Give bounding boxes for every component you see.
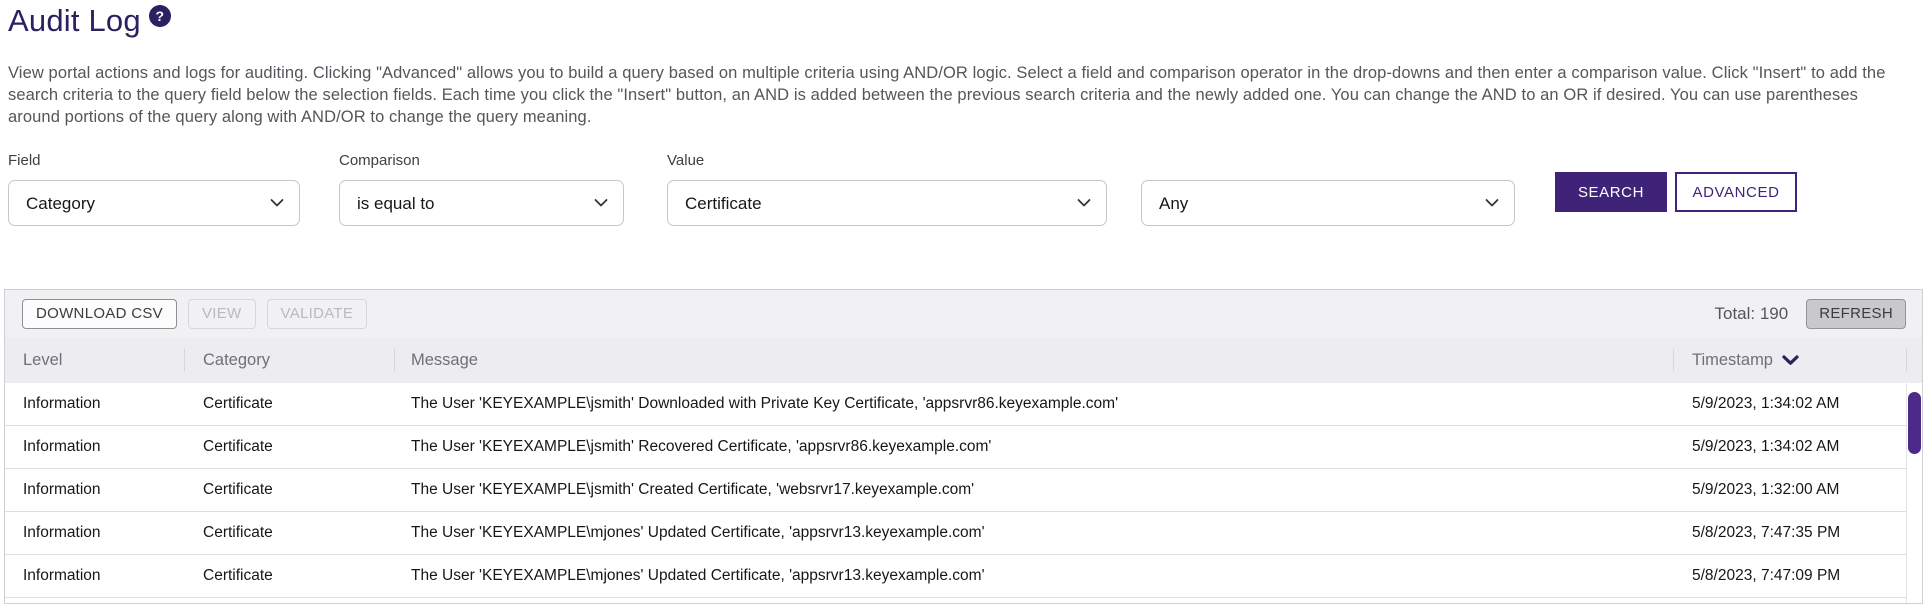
- cell-message: The User 'KEYEXAMPLE\jsmith' Downloaded …: [394, 395, 1673, 413]
- total-count: Total: 190: [1714, 304, 1788, 324]
- value-group: Value Certificate: [667, 152, 1107, 226]
- vertical-scrollbar-thumb[interactable]: [1908, 392, 1921, 454]
- column-header-label: Category: [203, 351, 270, 370]
- value-select-wrap: Certificate: [667, 180, 1107, 226]
- table-row[interactable]: Information Certificate The User 'KEYEXA…: [5, 426, 1906, 469]
- column-separator: [394, 349, 395, 371]
- advanced-button[interactable]: ADVANCED: [1675, 172, 1797, 212]
- comparison-group: Comparison is equal to: [339, 152, 624, 226]
- column-separator: [1906, 349, 1907, 371]
- view-button[interactable]: VIEW: [188, 299, 256, 329]
- sort-desc-icon: [1782, 355, 1799, 366]
- cell-timestamp: 5/9/2023, 1:34:02 AM: [1673, 395, 1906, 413]
- any-select[interactable]: Any: [1141, 180, 1515, 226]
- page-description: View portal actions and logs for auditin…: [8, 62, 1909, 128]
- column-header-level[interactable]: Level: [5, 337, 184, 383]
- any-select-wrap: Any: [1141, 180, 1515, 226]
- help-icon[interactable]: ?: [149, 5, 171, 27]
- value-label: Value: [667, 152, 1107, 170]
- field-label: Field: [8, 152, 300, 170]
- cell-category: Certificate: [184, 481, 394, 499]
- form-buttons: SEARCH ADVANCED: [1555, 172, 1797, 212]
- any-group: Any: [1141, 152, 1515, 226]
- cell-level: Information: [5, 395, 184, 413]
- cell-level: Information: [5, 524, 184, 542]
- column-header-label: Level: [23, 351, 62, 370]
- cell-category: Certificate: [184, 524, 394, 542]
- column-header-timestamp[interactable]: Timestamp: [1673, 337, 1906, 383]
- field-select[interactable]: Category: [8, 180, 300, 226]
- search-form: Field Category Comparison is equal to: [8, 152, 1927, 226]
- cell-level: Information: [5, 481, 184, 499]
- cell-timestamp: 5/9/2023, 1:32:00 AM: [1673, 481, 1906, 499]
- column-separator: [184, 349, 185, 371]
- value-select[interactable]: Certificate: [667, 180, 1107, 226]
- vertical-scrollbar-track[interactable]: [1906, 383, 1922, 603]
- header-gutter: [1906, 337, 1922, 383]
- audit-log-page: Audit Log ? View portal actions and logs…: [0, 0, 1927, 604]
- title-row: Audit Log ?: [8, 2, 1927, 40]
- refresh-button[interactable]: REFRESH: [1806, 299, 1906, 329]
- column-separator: [1673, 349, 1674, 371]
- column-header-label: Timestamp: [1692, 351, 1773, 370]
- page-title: Audit Log: [8, 2, 141, 40]
- cell-message: The User 'KEYEXAMPLE\mjones' Updated Cer…: [394, 567, 1673, 585]
- search-button[interactable]: SEARCH: [1555, 172, 1667, 212]
- table-body: Information Certificate The User 'KEYEXA…: [5, 383, 1922, 598]
- cell-timestamp: 5/9/2023, 1:34:02 AM: [1673, 438, 1906, 456]
- table-row[interactable]: Information Certificate The User 'KEYEXA…: [5, 555, 1906, 598]
- cell-timestamp: 5/8/2023, 7:47:09 PM: [1673, 567, 1906, 585]
- comparison-label: Comparison: [339, 152, 624, 170]
- download-csv-button[interactable]: DOWNLOAD CSV: [22, 299, 177, 329]
- column-header-message[interactable]: Message: [394, 337, 1673, 383]
- validate-button[interactable]: VALIDATE: [267, 299, 368, 329]
- table-row[interactable]: Information Certificate The User 'KEYEXA…: [5, 512, 1906, 555]
- cell-level: Information: [5, 567, 184, 585]
- audit-log-grid: DOWNLOAD CSV VIEW VALIDATE Total: 190 RE…: [4, 289, 1923, 604]
- table-row[interactable]: Information Certificate The User 'KEYEXA…: [5, 469, 1906, 512]
- cell-category: Certificate: [184, 567, 394, 585]
- table-header-row: Level Category Message Timestamp: [5, 337, 1922, 383]
- cell-level: Information: [5, 438, 184, 456]
- comparison-select-wrap: is equal to: [339, 180, 624, 226]
- cell-category: Certificate: [184, 438, 394, 456]
- column-header-label: Message: [411, 351, 478, 370]
- cell-message: The User 'KEYEXAMPLE\jsmith' Created Cer…: [394, 481, 1673, 499]
- table-row[interactable]: Information Certificate The User 'KEYEXA…: [5, 383, 1906, 426]
- grid-toolbar: DOWNLOAD CSV VIEW VALIDATE Total: 190 RE…: [5, 290, 1922, 337]
- cell-timestamp: 5/8/2023, 7:47:35 PM: [1673, 524, 1906, 542]
- cell-message: The User 'KEYEXAMPLE\jsmith' Recovered C…: [394, 438, 1673, 456]
- cell-message: The User 'KEYEXAMPLE\mjones' Updated Cer…: [394, 524, 1673, 542]
- column-header-category[interactable]: Category: [184, 337, 394, 383]
- field-select-wrap: Category: [8, 180, 300, 226]
- field-group: Field Category: [8, 152, 300, 226]
- cell-category: Certificate: [184, 395, 394, 413]
- comparison-select[interactable]: is equal to: [339, 180, 624, 226]
